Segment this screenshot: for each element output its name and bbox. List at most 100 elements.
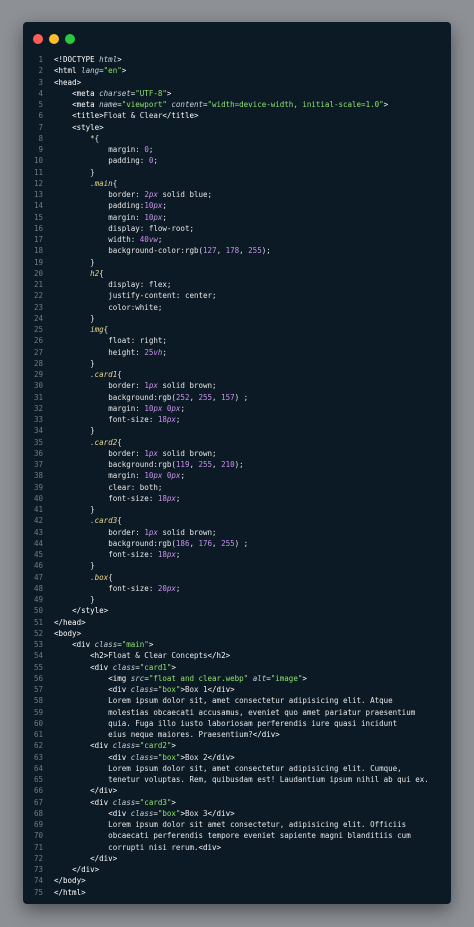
code-line: 5 <meta name="viewport" content="width=d… — [23, 99, 451, 110]
code-token: 10 — [144, 403, 154, 413]
maximize-icon[interactable] — [65, 34, 75, 44]
code-text: padding:10px; — [54, 200, 167, 211]
code-token: } — [90, 505, 95, 514]
line-number: 70 — [33, 831, 43, 841]
code-token: > — [171, 662, 176, 672]
code-token: } — [90, 313, 95, 323]
code-token: .main — [90, 178, 113, 188]
code-token: <div — [90, 797, 113, 807]
code-token: <h2> — [90, 651, 109, 661]
code-text: background:rgb(186, 176, 255) ; — [54, 538, 248, 549]
code-text: <!DOCTYPE html> — [54, 54, 122, 65]
code-token: 178 — [225, 246, 240, 256]
code-text: </html> — [54, 887, 86, 898]
code-token: <meta — [72, 88, 100, 98]
code-token: ) ; — [234, 538, 249, 548]
code-line: 14 padding:10px; — [23, 200, 451, 211]
code-token: </div> — [90, 786, 118, 796]
code-text: <style> — [54, 122, 104, 133]
code-line: 43 border: 1px solid brown; — [23, 527, 451, 538]
code-token: 18 — [157, 415, 167, 424]
code-token: <!DOCTYPE — [54, 55, 100, 64]
code-token: border: — [108, 527, 145, 537]
line-number: 18 — [33, 246, 43, 256]
code-line: 36 border: 1px solid brown; — [23, 448, 451, 459]
code-line: 70 obcaecati perferendis tempore eveniet… — [23, 830, 451, 841]
code-line: 20 h2{ — [23, 268, 451, 279]
line-number: 59 — [33, 707, 43, 717]
code-token: px — [148, 448, 158, 458]
code-token: > — [383, 100, 389, 109]
code-text: h2{ — [54, 268, 104, 279]
code-text: margin: 10px; — [54, 212, 167, 223]
code-token: ; — [180, 471, 185, 481]
code-token: 20 — [157, 583, 167, 593]
code-text: } — [54, 560, 95, 571]
code-token: border: — [108, 381, 145, 391]
code-token: img — [90, 325, 104, 334]
code-area[interactable]: 1 <!DOCTYPE html> 2 <html lang="en"> 3 <head>… — [23, 54, 451, 898]
code-text: <div class="card1"> — [54, 662, 176, 673]
code-line: 37 background:rgb(119, 255, 210); — [23, 459, 451, 470]
code-token: , — [212, 538, 222, 548]
code-line: 26 float: right; — [23, 335, 451, 346]
code-text: <div class="box">Box 3</div> — [54, 808, 234, 819]
code-line: 54 <h2>Float & Clear Concepts</h2> — [23, 650, 451, 661]
code-text: background-color:rgb(127, 178, 255); — [54, 245, 271, 256]
code-token: width: — [108, 235, 140, 244]
code-token: clear: both; — [108, 482, 163, 492]
minimize-icon[interactable] — [49, 34, 59, 44]
code-token: { — [108, 572, 113, 582]
code-token: molestias obcaecati accusamus, eveniet q… — [54, 707, 416, 717]
line-number: 12 — [33, 178, 43, 188]
code-line: 63 <div class="box">Box 2</div> — [23, 752, 451, 763]
line-number: 29 — [33, 370, 43, 379]
code-token: , — [189, 460, 199, 469]
code-token: class — [112, 741, 136, 751]
line-number: 58 — [33, 696, 43, 706]
code-token: .card2 — [90, 437, 118, 447]
line-number: 14 — [33, 201, 43, 211]
code-token: class — [112, 662, 136, 672]
close-icon[interactable] — [33, 34, 43, 44]
code-text: border: 1px solid brown; — [54, 448, 216, 459]
line-number: 64 — [33, 763, 43, 773]
line-number: 11 — [33, 167, 43, 177]
code-line: 69 Lorem ipsum dolor sit amet consectetu… — [23, 819, 451, 830]
code-token: px — [166, 550, 176, 559]
code-text: height: 25vh; — [54, 347, 167, 358]
line-number: 51 — [33, 617, 43, 627]
line-number: 19 — [33, 257, 43, 267]
code-text: font-size: 20px; — [54, 583, 180, 594]
line-number: 2 — [38, 66, 43, 76]
code-token: ; — [162, 347, 167, 357]
line-number: 69 — [33, 820, 43, 829]
code-token: > — [121, 66, 127, 76]
code-token: 18 — [157, 550, 167, 559]
code-line: 62 <div class="card2"> — [23, 740, 451, 751]
code-line: 71 corrupti nisi rerum.<div> — [23, 842, 451, 853]
code-token: } — [90, 257, 95, 267]
code-editor-window: 1 <!DOCTYPE html> 2 <html lang="en"> 3 <head>… — [23, 22, 451, 904]
code-line: 32 margin: 10px 0px; — [23, 403, 451, 414]
code-line: 45 font-size: 18px; — [23, 549, 451, 560]
code-line: 56 <img src="float and clear.webp" alt="… — [23, 673, 451, 684]
code-text: *{ — [54, 133, 99, 144]
code-token: "main" — [121, 640, 149, 649]
code-line: 31 background:rgb(252, 255, 157) ; — [23, 392, 451, 403]
code-token: margin: — [108, 212, 145, 222]
code-text: } — [54, 358, 95, 369]
